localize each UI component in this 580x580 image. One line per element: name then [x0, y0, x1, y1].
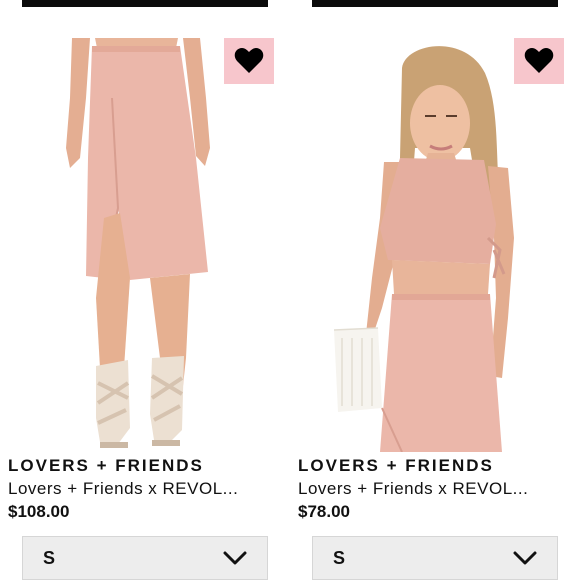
top-bar	[312, 0, 558, 7]
size-select[interactable]: S	[312, 536, 558, 580]
size-value: S	[333, 547, 346, 568]
chevron-down-icon	[513, 551, 537, 565]
size-value: S	[43, 547, 56, 568]
chevron-down-icon	[223, 551, 247, 565]
heart-icon	[524, 48, 554, 73]
product-title[interactable]: Lovers + Friends x REVOL...	[8, 479, 270, 499]
product-image[interactable]	[290, 38, 560, 452]
product-brand[interactable]: LOVERS + FRIENDS	[8, 456, 204, 476]
product-brand[interactable]: LOVERS + FRIENDS	[298, 456, 494, 476]
favorite-button[interactable]	[514, 38, 564, 84]
product-card[interactable]: LOVERS + FRIENDS Lovers + Friends x REVO…	[290, 38, 564, 580]
crop-top-set-photo-illustration	[333, 46, 514, 452]
product-price: $108.00	[8, 502, 70, 521]
product-title[interactable]: Lovers + Friends x REVOL...	[298, 479, 560, 499]
product-card[interactable]: LOVERS + FRIENDS Lovers + Friends x REVO…	[0, 38, 274, 580]
favorite-button[interactable]	[224, 38, 274, 84]
product-image[interactable]	[0, 38, 270, 452]
top-bar	[22, 0, 268, 7]
skirt-photo-illustration	[66, 38, 210, 448]
heart-icon	[234, 48, 264, 73]
product-price: $78.00	[298, 502, 350, 521]
size-select[interactable]: S	[22, 536, 268, 580]
